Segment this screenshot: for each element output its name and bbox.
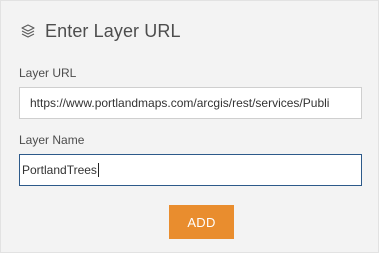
panel-title: Enter Layer URL (45, 20, 181, 41)
layer-name-label: Layer Name (19, 133, 85, 147)
layer-name-input[interactable]: PortlandTrees (19, 154, 362, 186)
layer-name-value: PortlandTrees (22, 163, 97, 177)
layer-url-label: Layer URL (19, 66, 77, 80)
text-cursor (97, 163, 99, 177)
layer-url-value: https://www.portlandmaps.com/arcgis/rest… (30, 96, 330, 110)
add-button[interactable]: ADD (169, 205, 234, 239)
layer-url-input[interactable]: https://www.portlandmaps.com/arcgis/rest… (19, 87, 362, 119)
panel-header: Enter Layer URL (19, 20, 181, 42)
enter-layer-url-panel: Enter Layer URL Layer URL https://www.po… (0, 0, 379, 253)
layers-icon (19, 23, 36, 40)
